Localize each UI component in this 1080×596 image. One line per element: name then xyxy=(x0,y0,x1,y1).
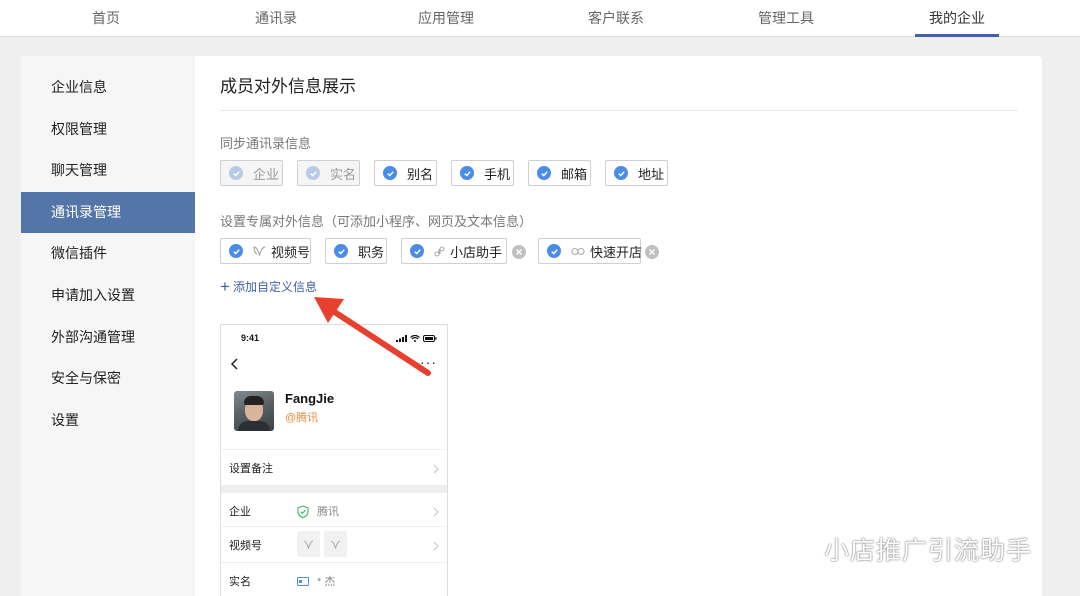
top-nav: 首页 通讯录 应用管理 客户联系 管理工具 我的企业 xyxy=(0,0,1080,37)
channels-icon xyxy=(253,246,266,256)
enterprise-label: 企业 xyxy=(229,506,251,518)
chip-label: 小店助手 xyxy=(450,244,503,260)
wechat-logo-icon xyxy=(781,535,816,562)
check-icon xyxy=(547,244,561,258)
custom-chip-store-assistant[interactable]: 小店助手 xyxy=(401,238,507,264)
tab-app-management[interactable]: 应用管理 xyxy=(404,0,488,37)
sidebar: 企业信息 权限管理 聊天管理 通讯录管理 微信插件 申请加入设置 外部沟通管理 … xyxy=(21,56,195,596)
profile-org: @腾讯 xyxy=(285,412,319,424)
check-icon xyxy=(460,166,474,180)
check-icon xyxy=(229,166,243,180)
remark-row[interactable]: 设置备注 xyxy=(221,449,447,484)
custom-chip-channels[interactable]: 视频号 xyxy=(220,238,311,264)
check-icon xyxy=(334,244,348,258)
tab-contacts[interactable]: 通讯录 xyxy=(234,0,318,37)
enterprise-row[interactable]: 企业 腾讯 xyxy=(221,492,447,527)
chip-label: 视频号 xyxy=(271,244,311,260)
chip-label: 实名 xyxy=(330,166,357,182)
verified-shield-icon xyxy=(297,504,309,518)
sync-section-label: 同步通讯录信息 xyxy=(220,136,312,151)
tab-home[interactable]: 首页 xyxy=(64,0,148,37)
link-icon xyxy=(571,247,585,256)
avatar xyxy=(234,391,274,431)
sidebar-item-wechat-plugin[interactable]: 微信插件 xyxy=(21,233,195,274)
tab-my-enterprise[interactable]: 我的企业 xyxy=(915,0,999,37)
chip-label: 快速开店 xyxy=(590,244,643,260)
enterprise-value-text: 腾讯 xyxy=(317,506,339,518)
real-name-value: * 杰 xyxy=(297,573,335,589)
real-name-label: 实名 xyxy=(229,576,251,588)
chip-label: 手机 xyxy=(484,166,511,182)
real-name-value-text: * 杰 xyxy=(317,576,336,588)
annotation-arrow xyxy=(314,297,431,376)
custom-chip-quick-open-store[interactable]: 快速开店 xyxy=(538,238,643,264)
sidebar-item-external-communication[interactable]: 外部沟通管理 xyxy=(21,317,195,358)
mini-program-icon xyxy=(434,245,445,257)
check-icon xyxy=(410,244,424,258)
channels-label: 视频号 xyxy=(229,540,262,552)
channels-tile-icon xyxy=(297,531,320,557)
channels-value xyxy=(297,531,351,557)
check-icon xyxy=(306,166,320,180)
sidebar-item-contacts-management[interactable]: 通讯录管理 xyxy=(21,192,195,233)
sidebar-item-join-settings[interactable]: 申请加入设置 xyxy=(21,275,195,316)
tab-management-tools[interactable]: 管理工具 xyxy=(744,0,828,37)
sync-chip-phone[interactable]: 手机 xyxy=(451,160,514,186)
sidebar-item-permissions[interactable]: 权限管理 xyxy=(21,109,195,150)
chip-label: 企业 xyxy=(253,166,280,182)
sync-chip-email[interactable]: 邮箱 xyxy=(528,160,591,186)
sidebar-item-security[interactable]: 安全与保密 xyxy=(21,358,195,399)
sync-chip-address[interactable]: 地址 xyxy=(605,160,668,186)
real-name-row: 实名 * 杰 xyxy=(221,562,447,596)
chip-label: 邮箱 xyxy=(561,166,588,182)
plus-icon: + xyxy=(220,276,230,296)
check-icon xyxy=(614,166,628,180)
check-icon xyxy=(229,244,243,258)
status-time: 9:41 xyxy=(241,333,260,343)
chip-label: 别名 xyxy=(407,166,434,182)
title-divider xyxy=(220,110,1018,111)
page-title: 成员对外信息展示 xyxy=(220,77,356,96)
channels-row[interactable]: 视频号 xyxy=(221,526,447,562)
tab-customer-contact[interactable]: 客户联系 xyxy=(574,0,658,37)
remove-quick-open-store-icon[interactable] xyxy=(645,245,659,259)
chevron-right-icon xyxy=(433,538,439,556)
chip-label: 职务 xyxy=(358,244,385,260)
check-icon xyxy=(383,166,397,180)
chevron-right-icon xyxy=(433,504,439,522)
channels-tile-icon xyxy=(324,531,347,557)
check-icon xyxy=(537,166,551,180)
sidebar-item-chat-management[interactable]: 聊天管理 xyxy=(21,150,195,191)
chip-label: 地址 xyxy=(638,166,665,182)
sidebar-item-enterprise-info[interactable]: 企业信息 xyxy=(21,67,195,108)
watermark-text: 小店推广引流助手 xyxy=(824,536,1033,565)
enterprise-value: 腾讯 xyxy=(297,503,339,519)
custom-chip-job-title[interactable]: 职务 xyxy=(325,238,387,264)
custom-section-label: 设置专属对外信息（可添加小程序、网页及文本信息） xyxy=(220,214,533,229)
sync-chip-enterprise: 企业 xyxy=(220,160,283,186)
watermark: 小店推广引流助手 xyxy=(780,531,1032,567)
remark-label: 设置备注 xyxy=(229,463,273,475)
sync-chip-real-name: 实名 xyxy=(297,160,360,186)
back-icon[interactable] xyxy=(230,357,239,376)
profile-name: FangJie xyxy=(285,391,335,406)
section-gap xyxy=(221,485,447,492)
id-card-icon xyxy=(297,576,309,586)
sync-chip-alias[interactable]: 别名 xyxy=(374,160,437,186)
sidebar-item-settings[interactable]: 设置 xyxy=(21,400,195,441)
remove-store-assistant-icon[interactable] xyxy=(512,245,526,259)
settings-panel: 企业信息 权限管理 聊天管理 通讯录管理 微信插件 申请加入设置 外部沟通管理 … xyxy=(21,56,1042,596)
chevron-right-icon xyxy=(433,461,439,479)
